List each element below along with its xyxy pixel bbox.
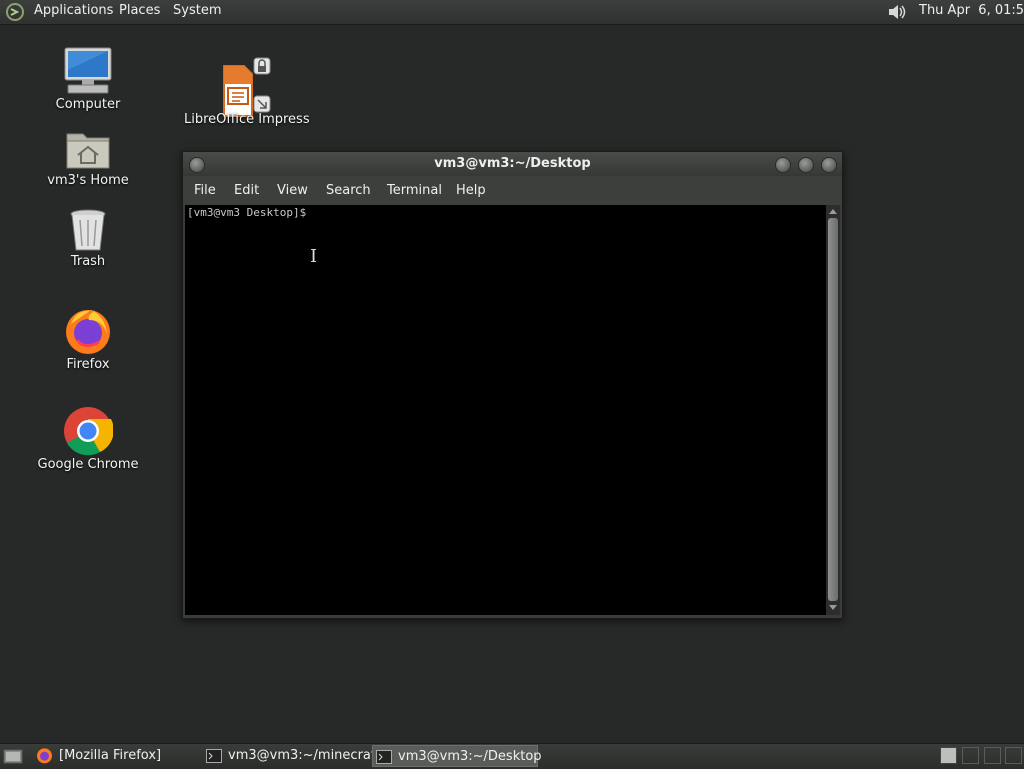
terminal-icon <box>376 749 392 764</box>
terminal-icon <box>206 748 222 763</box>
window-title: vm3@vm3:~/Desktop <box>434 156 591 171</box>
close-button[interactable] <box>821 157 837 173</box>
taskbar-item-label: [Mozilla Firefox] <box>59 748 162 763</box>
desktop-icon-libreoffice-impress[interactable]: LibreOffice Impress <box>184 56 310 127</box>
applications-menu[interactable]: Applications <box>34 3 113 18</box>
libreoffice-impress-icon <box>223 57 271 117</box>
clock[interactable]: Thu Apr 6, 01:52 <box>919 3 1024 18</box>
scroll-down-icon[interactable] <box>829 605 837 610</box>
terminal-scrollbar[interactable] <box>826 205 840 615</box>
scrollbar-thumb[interactable] <box>828 218 838 601</box>
system-menu[interactable]: System <box>173 3 221 18</box>
shell-prompt: [vm3@vm3 Desktop]$ <box>187 206 313 219</box>
computer-icon <box>64 47 112 94</box>
workspace-1[interactable] <box>940 747 957 764</box>
volume-icon[interactable] <box>886 2 908 22</box>
menu-search[interactable]: Search <box>326 183 371 198</box>
desktop-icon-label: Computer <box>55 97 121 112</box>
top-panel: Applications Places System Thu Apr 6, 01… <box>0 0 1024 25</box>
desktop-icon-label: Google Chrome <box>37 457 139 472</box>
terminal-window[interactable]: vm3@vm3:~/Desktop File Edit View Search … <box>182 151 843 619</box>
desktop-icon-home[interactable]: vm3's Home <box>28 128 148 188</box>
desktop-icon-label: vm3's Home <box>47 173 129 188</box>
taskbar-item-firefox[interactable]: [Mozilla Firefox] <box>36 745 202 767</box>
firefox-icon <box>66 310 110 354</box>
terminal-menubar: File Edit View Search Terminal Help <box>183 176 842 205</box>
taskbar-item-terminal-desktop[interactable]: vm3@vm3:~/Desktop <box>372 745 542 767</box>
desktop-icon-chrome[interactable]: Google Chrome <box>28 406 148 472</box>
desktop-icon-label: LibreOffice Impress <box>184 112 310 127</box>
menu-view[interactable]: View <box>277 183 308 198</box>
places-menu[interactable]: Places <box>119 3 160 18</box>
menu-file[interactable]: File <box>194 183 216 198</box>
desktop-icon-label: Firefox <box>66 357 110 372</box>
home-folder-icon <box>66 133 110 169</box>
chrome-icon <box>64 407 113 456</box>
menu-help[interactable]: Help <box>456 183 486 198</box>
taskbar-item-label: vm3@vm3:~/minecraft <box>228 748 381 763</box>
terminal-output[interactable]: [vm3@vm3 Desktop]$ <box>185 205 826 615</box>
distro-logo-icon[interactable] <box>5 2 25 22</box>
taskbar-item-terminal-minecraft[interactable]: vm3@vm3:~/minecraft <box>206 745 380 767</box>
trash-icon <box>70 209 106 251</box>
taskbar-item-label: vm3@vm3:~/Desktop <box>398 749 542 764</box>
desktop-icon-firefox[interactable]: Firefox <box>28 306 148 372</box>
desktop-icon-trash[interactable]: Trash <box>28 208 148 269</box>
text-cursor-icon: I <box>310 246 318 267</box>
bottom-panel: [Mozilla Firefox] vm3@vm3:~/minecraft vm… <box>0 743 1024 769</box>
workspace-2[interactable] <box>962 747 979 764</box>
menu-terminal[interactable]: Terminal <box>387 183 442 198</box>
workspace-3[interactable] <box>984 747 1001 764</box>
minimize-button[interactable] <box>775 157 791 173</box>
maximize-button[interactable] <box>798 157 814 173</box>
desktop-icon-label: Trash <box>70 254 106 269</box>
window-titlebar[interactable]: vm3@vm3:~/Desktop <box>183 152 842 176</box>
show-desktop-icon[interactable] <box>3 748 23 765</box>
workspace-4[interactable] <box>1005 747 1022 764</box>
scroll-up-icon[interactable] <box>829 209 837 214</box>
desktop-icon-computer[interactable]: Computer <box>28 46 148 112</box>
menu-edit[interactable]: Edit <box>234 183 259 198</box>
firefox-icon <box>37 748 52 764</box>
